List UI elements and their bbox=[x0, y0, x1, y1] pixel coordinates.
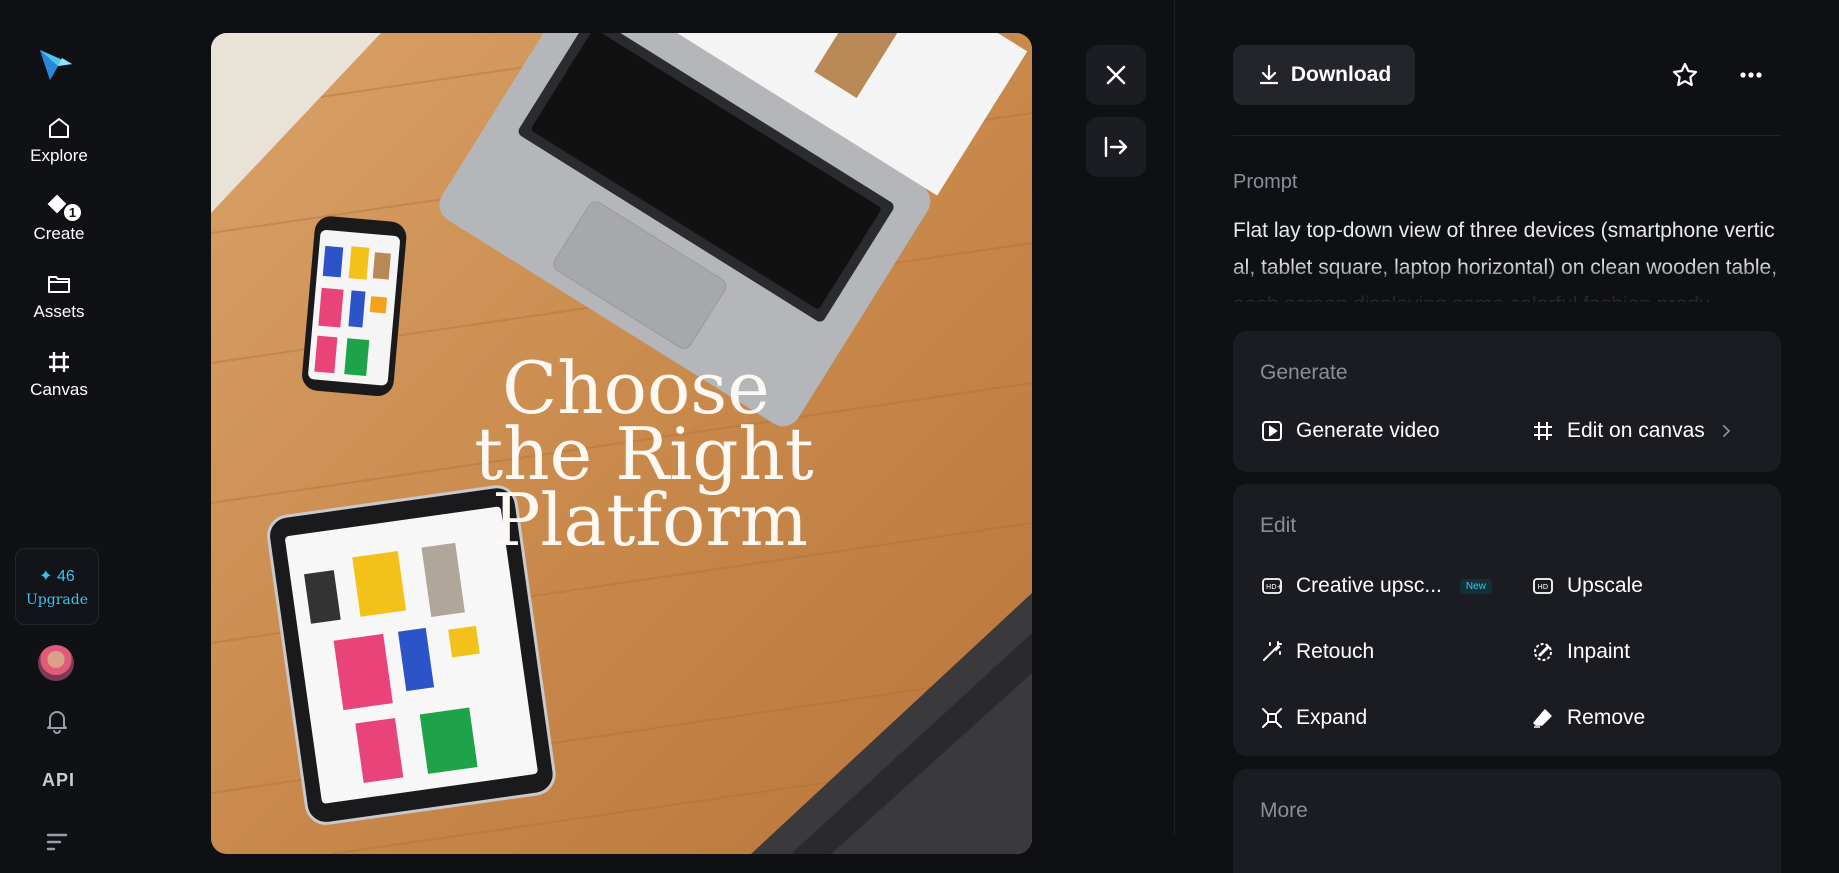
arrow-to-right-icon bbox=[1104, 136, 1128, 158]
image-illustration: Choose the Right Platform bbox=[211, 33, 1032, 854]
api-link[interactable]: API bbox=[42, 770, 75, 791]
more-panel: More bbox=[1233, 769, 1781, 873]
play-icon bbox=[1262, 421, 1282, 441]
sidebar-item-label: Create bbox=[33, 224, 85, 243]
sidebar-item-label: Explore bbox=[30, 146, 88, 165]
upgrade-link[interactable]: Upgrade bbox=[26, 592, 88, 608]
folder-icon bbox=[48, 276, 70, 293]
sidebar-item-label: Canvas bbox=[30, 380, 88, 399]
svg-text:HD+: HD+ bbox=[1266, 583, 1283, 591]
svg-text:HD: HD bbox=[1538, 583, 1549, 591]
canvas-icon bbox=[49, 352, 69, 372]
more-title: More bbox=[1260, 799, 1308, 822]
eraser-icon bbox=[1533, 709, 1552, 728]
image-headline: Choose the Right Platform bbox=[474, 346, 814, 562]
more-options-button[interactable] bbox=[1731, 55, 1771, 95]
edit-panel: Edit HD+ Creative upsc... New HD Upscale… bbox=[1233, 484, 1781, 756]
sidebar-item-canvas[interactable]: Canvas bbox=[0, 348, 118, 400]
menu-icon[interactable] bbox=[45, 832, 69, 852]
sidebar: Explore 1 Create Assets Canvas ✦ 46 Upgr… bbox=[0, 0, 118, 873]
generate-panel: Generate Generate video Edit on canvas bbox=[1233, 331, 1781, 472]
sidebar-item-explore[interactable]: Explore bbox=[0, 114, 118, 166]
prompt-label: Prompt bbox=[1233, 171, 1298, 193]
wand-icon bbox=[1263, 641, 1282, 661]
sidebar-item-assets[interactable]: Assets bbox=[0, 270, 118, 322]
svg-text:Platform: Platform bbox=[492, 478, 808, 562]
bell-icon[interactable] bbox=[44, 708, 70, 734]
download-button[interactable]: Download bbox=[1233, 45, 1415, 105]
app-window: Explore 1 Create Assets Canvas ✦ 46 Upgr… bbox=[0, 0, 1839, 873]
expand-button[interactable]: Expand bbox=[1260, 706, 1367, 730]
star-icon bbox=[1672, 62, 1698, 87]
favorite-button[interactable] bbox=[1665, 55, 1705, 95]
download-label: Download bbox=[1290, 63, 1392, 86]
collapse-panel-button[interactable] bbox=[1086, 117, 1146, 177]
inpaint-icon bbox=[1534, 643, 1552, 661]
avatar[interactable] bbox=[38, 645, 74, 681]
panel-divider bbox=[1174, 0, 1175, 835]
credits-count: ✦ 46 bbox=[39, 567, 75, 585]
creative-upscale-button[interactable]: HD+ Creative upsc... New bbox=[1260, 574, 1492, 598]
hd-plus-icon: HD+ bbox=[1262, 578, 1283, 594]
app-logo-icon[interactable] bbox=[36, 44, 76, 84]
remove-button[interactable]: Remove bbox=[1531, 706, 1645, 730]
expand-icon bbox=[1262, 708, 1282, 728]
header-divider bbox=[1233, 135, 1781, 136]
edit-title: Edit bbox=[1260, 514, 1297, 537]
sidebar-item-create[interactable]: 1 Create bbox=[0, 192, 118, 244]
edit-on-canvas-button[interactable]: Edit on canvas bbox=[1531, 419, 1735, 443]
close-icon bbox=[1106, 65, 1126, 85]
chevron-right-icon bbox=[1722, 425, 1730, 437]
download-icon bbox=[1259, 64, 1278, 85]
credits-upgrade-card[interactable]: ✦ 46 Upgrade bbox=[15, 548, 99, 625]
create-badge: 1 bbox=[62, 202, 83, 223]
more-horizontal-icon bbox=[1740, 72, 1762, 78]
new-badge: New bbox=[1459, 578, 1492, 594]
close-button[interactable] bbox=[1086, 45, 1146, 105]
retouch-button[interactable]: Retouch bbox=[1260, 640, 1374, 664]
generate-title: Generate bbox=[1260, 361, 1348, 384]
prompt-text[interactable]: Flat lay top-down view of three devices … bbox=[1233, 212, 1781, 302]
generated-image[interactable]: Choose the Right Platform bbox=[211, 33, 1032, 854]
home-icon bbox=[49, 118, 69, 138]
canvas-icon bbox=[1534, 422, 1552, 440]
sidebar-item-label: Assets bbox=[33, 302, 85, 321]
inpaint-button[interactable]: Inpaint bbox=[1531, 640, 1630, 664]
generate-video-button[interactable]: Generate video bbox=[1260, 419, 1440, 443]
hd-icon: HD bbox=[1533, 578, 1553, 594]
upscale-button[interactable]: HD Upscale bbox=[1531, 574, 1643, 598]
